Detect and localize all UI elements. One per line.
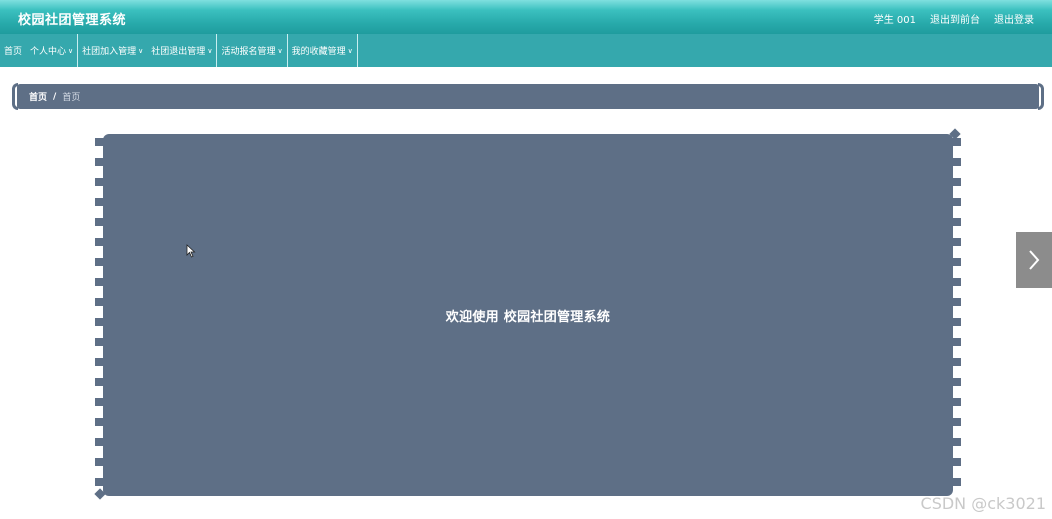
chevron-down-icon: ∨ bbox=[207, 46, 213, 55]
top-header: 校园社团管理系统 学生 001 退出到前台 退出登录 bbox=[0, 0, 1052, 34]
nav-item-club-join[interactable]: 社团加入管理 ∨ bbox=[78, 34, 147, 67]
welcome-panel-container: 欢迎使用 校园社团管理系统 bbox=[94, 128, 961, 500]
current-user-label[interactable]: 学生 001 bbox=[874, 11, 916, 26]
header-user-actions: 学生 001 退出到前台 退出登录 bbox=[874, 11, 1034, 26]
nav-item-club-quit[interactable]: 社团退出管理 ∨ bbox=[147, 34, 218, 67]
chevron-down-icon: ∨ bbox=[347, 46, 353, 55]
panel-edge-decoration-right bbox=[952, 138, 961, 490]
watermark: CSDN @ck3021 bbox=[920, 494, 1046, 513]
breadcrumb-home-link[interactable]: 首页 bbox=[29, 90, 47, 103]
breadcrumb-container: 首页 / 首页 bbox=[12, 83, 1044, 110]
nav-item-personal-center[interactable]: 个人中心 ∨ bbox=[26, 34, 79, 67]
nav-item-label: 活动报名管理 bbox=[221, 47, 276, 57]
main-nav: 首页 个人中心 ∨ 社团加入管理 ∨ 社团退出管理 ∨ 活动报名管理 ∨ 我的收… bbox=[0, 34, 1052, 67]
nav-item-label: 社团退出管理 bbox=[151, 47, 206, 57]
nav-item-my-favorites[interactable]: 我的收藏管理 ∨ bbox=[288, 34, 358, 67]
chevron-right-icon bbox=[1029, 250, 1040, 270]
back-to-front-link[interactable]: 退出到前台 bbox=[930, 11, 980, 26]
welcome-panel: 欢迎使用 校园社团管理系统 bbox=[103, 134, 953, 496]
app-title: 校园社团管理系统 bbox=[18, 13, 127, 28]
nav-item-label: 个人中心 bbox=[30, 47, 67, 57]
welcome-message: 欢迎使用 校园社团管理系统 bbox=[445, 309, 611, 325]
chevron-down-icon: ∨ bbox=[68, 46, 74, 55]
logout-link[interactable]: 退出登录 bbox=[994, 11, 1034, 26]
breadcrumb-separator: / bbox=[53, 91, 57, 102]
chevron-down-icon: ∨ bbox=[138, 46, 144, 55]
next-slide-button[interactable] bbox=[1016, 232, 1052, 288]
breadcrumb-current: 首页 bbox=[62, 93, 81, 103]
nav-item-home[interactable]: 首页 bbox=[0, 34, 26, 67]
nav-item-label: 我的收藏管理 bbox=[291, 47, 346, 57]
mouse-pointer-icon bbox=[186, 244, 196, 258]
chevron-down-icon: ∨ bbox=[277, 46, 283, 55]
nav-item-activity-signup[interactable]: 活动报名管理 ∨ bbox=[217, 34, 288, 67]
breadcrumb: 首页 / 首页 bbox=[17, 84, 1039, 109]
nav-item-label: 首页 bbox=[4, 47, 23, 57]
nav-item-label: 社团加入管理 bbox=[82, 47, 137, 57]
